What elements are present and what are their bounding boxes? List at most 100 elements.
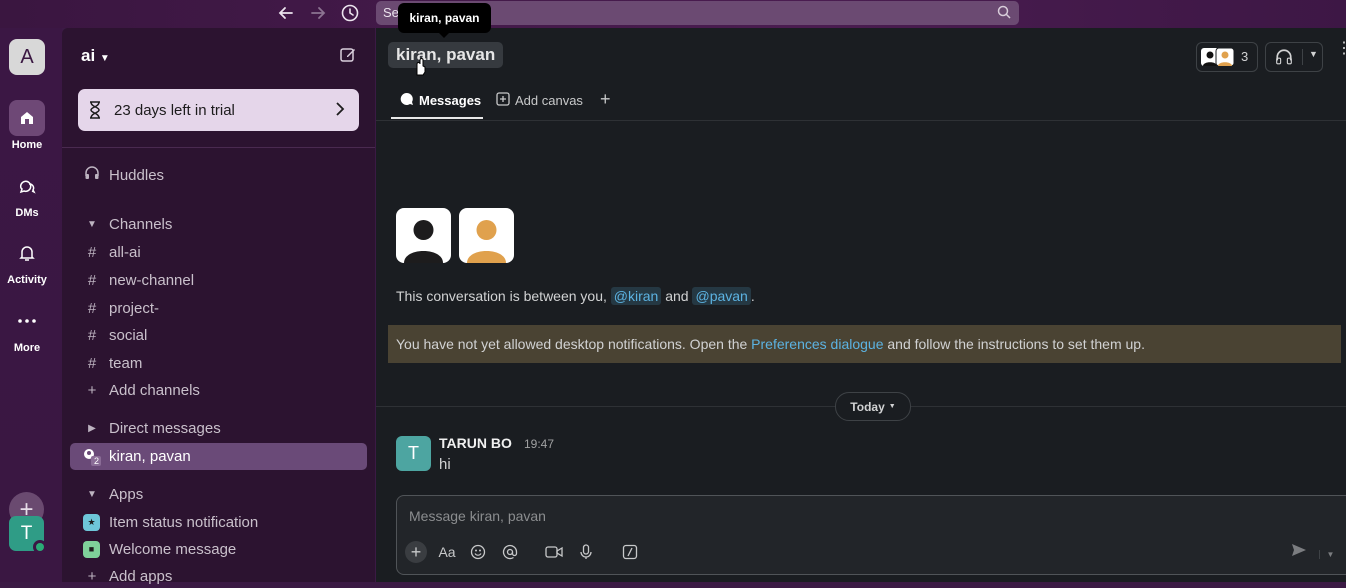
sidebar-item-huddles[interactable]: Huddles bbox=[82, 163, 164, 187]
add-channels-label: Add channels bbox=[109, 381, 200, 399]
microphone-icon[interactable] bbox=[575, 541, 597, 563]
sidebar-item-app[interactable]: ★ Item status notification bbox=[82, 510, 258, 534]
add-channels-button[interactable]: + Add channels bbox=[82, 378, 200, 402]
add-tab-plus-icon[interactable]: + bbox=[600, 89, 611, 110]
attach-plus-icon[interactable]: + bbox=[405, 541, 427, 563]
trial-text: 23 days left in trial bbox=[114, 102, 235, 119]
apps-section-header[interactable]: ▼ Apps bbox=[82, 482, 143, 506]
member-count: 3 bbox=[1241, 49, 1249, 64]
sidebar-item-channel[interactable]: # new-channel bbox=[82, 268, 194, 292]
intro-prefix: This conversation is between you, bbox=[396, 288, 607, 304]
sidebar-item-channel[interactable]: # team bbox=[82, 351, 143, 375]
tab-add-canvas-label: Add canvas bbox=[515, 93, 583, 108]
mention-at-icon[interactable] bbox=[499, 541, 521, 563]
tab-messages[interactable]: Messages bbox=[400, 92, 481, 109]
group-count: 2 bbox=[94, 455, 100, 466]
formatting-label: Aa bbox=[438, 544, 456, 560]
hash-icon: # bbox=[87, 299, 97, 317]
hourglass-icon bbox=[88, 101, 102, 124]
day-pill-button[interactable]: Today ▼ bbox=[835, 392, 911, 421]
message-author[interactable]: TARUN BO bbox=[439, 435, 512, 451]
chevron-down-icon: ▼ bbox=[99, 53, 110, 64]
forward-arrow-icon[interactable] bbox=[306, 2, 330, 24]
back-arrow-icon[interactable] bbox=[274, 2, 298, 24]
members-button[interactable]: 3 bbox=[1196, 42, 1258, 72]
pavan-avatar[interactable] bbox=[459, 208, 514, 263]
sidebar-item-channel[interactable]: # social bbox=[82, 323, 148, 347]
history-icon[interactable] bbox=[338, 2, 362, 24]
apps-header: Apps bbox=[109, 485, 144, 503]
add-apps-button[interactable]: + Add apps bbox=[82, 564, 173, 588]
channel-title-button[interactable]: kiran, pavan bbox=[388, 42, 504, 68]
emoji-icon[interactable] bbox=[467, 541, 489, 563]
intro-and: and bbox=[665, 288, 689, 304]
hash-icon: # bbox=[87, 326, 97, 344]
huddles-label: Huddles bbox=[109, 166, 165, 184]
conversation-pane: kiran, pavan 3 ▼ ⋮ Messages Add canvas + bbox=[376, 28, 1346, 582]
channel-label: team bbox=[109, 354, 143, 372]
channels-header: Channels bbox=[109, 215, 173, 233]
dm-section-header[interactable]: ▶ Direct messages bbox=[82, 416, 221, 440]
intro-suffix: . bbox=[750, 288, 755, 304]
bell-icon bbox=[9, 235, 45, 271]
headphones-icon bbox=[82, 165, 102, 185]
plus-icon: + bbox=[87, 381, 97, 399]
message-composer[interactable]: Message kiran, pavan + Aa ▼ bbox=[396, 495, 1346, 575]
compose-icon[interactable] bbox=[339, 46, 357, 69]
channel-label: project- bbox=[109, 299, 160, 317]
mention-pavan[interactable]: @pavan bbox=[692, 287, 751, 305]
sidebar-item-app[interactable]: ■ Welcome message bbox=[82, 537, 236, 561]
member-avatars-icon bbox=[1201, 47, 1235, 71]
mouse-cursor-icon bbox=[413, 58, 427, 81]
kiran-avatar[interactable] bbox=[396, 208, 451, 263]
mention-kiran[interactable]: @kiran bbox=[610, 287, 662, 305]
rail-home[interactable]: Home bbox=[0, 100, 54, 151]
dms-icon bbox=[9, 168, 45, 204]
welcome-app-icon: ■ bbox=[83, 540, 100, 558]
chevron-right-icon bbox=[335, 100, 345, 123]
workspace-switcher[interactable]: A bbox=[9, 39, 45, 75]
channels-section-header[interactable]: ▼ Channels bbox=[82, 212, 172, 236]
rail-activity[interactable]: Activity bbox=[0, 235, 54, 286]
rail-more[interactable]: More bbox=[0, 303, 54, 354]
workspace-name: ai bbox=[81, 46, 96, 65]
hash-icon: # bbox=[87, 243, 97, 261]
hash-icon: # bbox=[87, 271, 97, 289]
search-icon bbox=[997, 5, 1011, 24]
send-options-chevron-icon[interactable]: ▼ bbox=[1319, 550, 1335, 559]
notification-banner: You have not yet allowed desktop notific… bbox=[388, 325, 1341, 363]
sidebar-item-dm-active[interactable]: 2 kiran, pavan bbox=[70, 443, 367, 470]
chevron-down-icon: ▼ bbox=[888, 403, 896, 410]
workspace-name-menu[interactable]: ai ▼ bbox=[81, 46, 110, 66]
message-timestamp[interactable]: 19:47 bbox=[524, 437, 554, 451]
sidebar-item-channel[interactable]: # all-ai bbox=[82, 240, 141, 264]
notice-prefix: You have not yet allowed desktop notific… bbox=[396, 336, 748, 352]
tab-add-canvas[interactable]: Add canvas bbox=[496, 92, 583, 109]
chevron-down-icon[interactable]: ▼ bbox=[1302, 49, 1318, 65]
channel-label: all-ai bbox=[109, 243, 141, 261]
send-icon bbox=[1291, 544, 1311, 561]
slash-command-icon[interactable] bbox=[619, 541, 641, 563]
send-button[interactable]: ▼ bbox=[1291, 543, 1335, 562]
item-status-app-icon: ★ bbox=[83, 513, 100, 531]
trial-banner[interactable]: 23 days left in trial bbox=[78, 89, 359, 131]
caret-down-icon: ▼ bbox=[87, 218, 97, 230]
notice-suffix: and follow the instructions to set them … bbox=[887, 336, 1145, 352]
conversation-tabs: Messages Add canvas + bbox=[376, 88, 1346, 121]
formatting-button[interactable]: Aa bbox=[435, 541, 459, 563]
search-text: Se bbox=[383, 5, 399, 20]
day-label: Today bbox=[850, 399, 885, 414]
composer-placeholder: Message kiran, pavan bbox=[409, 508, 546, 524]
preferences-link[interactable]: Preferences dialogue bbox=[751, 336, 883, 352]
group-dm-icon: 2 bbox=[82, 447, 102, 467]
active-dm-label: kiran, pavan bbox=[109, 448, 191, 465]
huddle-button[interactable]: ▼ bbox=[1265, 42, 1323, 72]
rail-dms[interactable]: DMs bbox=[0, 168, 54, 219]
message-author-avatar[interactable]: T bbox=[396, 436, 431, 471]
sidebar-item-channel[interactable]: # project- bbox=[82, 296, 159, 320]
home-icon bbox=[9, 100, 45, 136]
kebab-menu-icon[interactable]: ⋮ bbox=[1336, 41, 1346, 57]
tab-messages-label: Messages bbox=[419, 93, 482, 108]
video-clip-icon[interactable] bbox=[543, 541, 565, 563]
message-bubble-icon bbox=[400, 92, 414, 109]
